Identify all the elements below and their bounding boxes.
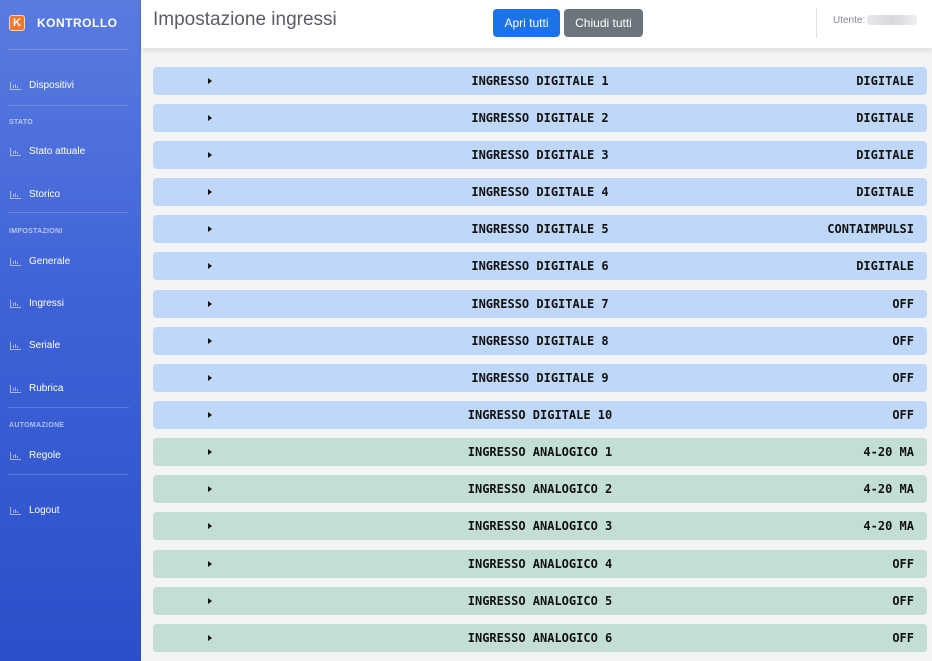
input-name: INGRESSO ANALOGICO 5 — [467, 594, 613, 608]
sidebar-item-label: Ingressi — [29, 298, 65, 309]
chart-icon — [10, 147, 21, 156]
sidebar-item-dispositivi[interactable]: Dispositivi — [10, 80, 74, 91]
user-name-redacted — [867, 15, 918, 26]
sidebar-item-label: Dispositivi — [29, 80, 75, 91]
sidebar-item-label: Regole — [29, 450, 61, 461]
sidebar-divider — [8, 105, 129, 106]
input-name: INGRESSO DIGITALE 5 — [471, 222, 609, 236]
chart-icon — [10, 299, 21, 308]
input-name: INGRESSO DIGITALE 8 — [471, 334, 609, 348]
sidebar-section-automazione: AUTOMAZIONE — [9, 422, 65, 429]
input-name: INGRESSO DIGITALE 9 — [471, 371, 609, 385]
logo-icon: K — [9, 15, 25, 31]
sidebar-item-seriale[interactable]: Seriale — [10, 340, 60, 351]
input-mode: 4-20 MA — [863, 482, 914, 496]
chart-icon — [10, 451, 21, 460]
input-name: INGRESSO ANALOGICO 4 — [467, 557, 613, 571]
sidebar-item-label: Generale — [29, 256, 71, 267]
input-name: INGRESSO DIGITALE 6 — [471, 259, 609, 273]
input-name: INGRESSO DIGITALE 2 — [471, 111, 609, 125]
input-row[interactable]: INGRESSO DIGITALE 4 DIGITALE — [153, 178, 927, 206]
chart-icon — [10, 81, 21, 90]
user-label: Utente: — [833, 15, 866, 26]
input-row[interactable]: INGRESSO DIGITALE 8 OFF — [153, 327, 927, 355]
input-name: INGRESSO DIGITALE 4 — [471, 185, 609, 199]
sidebar-item-ingressi[interactable]: Ingressi — [10, 298, 64, 309]
input-name: INGRESSO ANALOGICO 1 — [467, 445, 613, 459]
app-name: KONTROLLO — [37, 16, 118, 30]
input-row[interactable]: INGRESSO DIGITALE 1 DIGITALE — [153, 67, 927, 95]
chart-icon — [10, 257, 21, 266]
input-mode: OFF — [892, 334, 914, 348]
input-name: INGRESSO ANALOGICO 3 — [467, 519, 613, 533]
page-title: Impostazione ingressi — [153, 9, 337, 30]
input-row[interactable]: INGRESSO ANALOGICO 6 OFF — [153, 624, 927, 652]
input-name: INGRESSO ANALOGICO 2 — [467, 482, 613, 496]
sidebar-item-rubrica[interactable]: Rubrica — [10, 383, 63, 394]
sidebar-item-label: Rubrica — [29, 383, 64, 394]
input-name: INGRESSO DIGITALE 3 — [471, 148, 609, 162]
chart-icon — [10, 341, 21, 350]
input-mode: OFF — [892, 408, 914, 422]
sidebar-item-label: Storico — [29, 189, 61, 200]
sidebar-item-label: Seriale — [29, 340, 61, 351]
input-mode: DIGITALE — [856, 185, 914, 199]
sidebar-section-stato: STATO — [9, 119, 34, 126]
input-mode: CONTAIMPULSI — [827, 222, 914, 236]
sidebar-item-logout[interactable]: Logout — [10, 505, 60, 516]
input-mode: DIGITALE — [856, 74, 914, 88]
sidebar-item-stato-attuale[interactable]: Stato attuale — [10, 146, 85, 157]
close-all-button[interactable]: Chiudi tutti — [564, 9, 643, 37]
top-bar: Impostazione ingressi Apri tutti Chiudi … — [141, 0, 932, 48]
input-row[interactable]: INGRESSO DIGITALE 9 OFF — [153, 364, 927, 392]
input-row[interactable]: INGRESSO ANALOGICO 3 4-20 MA — [153, 512, 927, 540]
input-row[interactable]: INGRESSO ANALOGICO 1 4-20 MA — [153, 438, 927, 466]
sidebar-divider — [8, 212, 129, 213]
sidebar-divider — [8, 474, 129, 475]
header-divider — [816, 8, 817, 38]
input-row[interactable]: INGRESSO ANALOGICO 4 OFF — [153, 550, 927, 578]
chart-icon — [10, 506, 21, 515]
input-mode: OFF — [892, 594, 914, 608]
input-row[interactable]: INGRESSO ANALOGICO 5 OFF — [153, 587, 927, 615]
sidebar-item-storico[interactable]: Storico — [10, 189, 60, 200]
open-all-button[interactable]: Apri tutti — [493, 9, 560, 37]
sidebar-item-label: Stato attuale — [29, 146, 86, 157]
sidebar-divider — [8, 407, 129, 408]
input-mode: DIGITALE — [856, 259, 914, 273]
input-mode: 4-20 MA — [863, 519, 914, 533]
input-row[interactable]: INGRESSO DIGITALE 3 DIGITALE — [153, 141, 927, 169]
input-mode: DIGITALE — [856, 148, 914, 162]
input-row[interactable]: INGRESSO DIGITALE 2 DIGITALE — [153, 104, 927, 132]
input-row[interactable]: INGRESSO ANALOGICO 2 4-20 MA — [153, 475, 927, 503]
sidebar-section-impostazioni: IMPOSTAZIONI — [9, 228, 63, 235]
input-name: INGRESSO DIGITALE 7 — [471, 297, 609, 311]
input-mode: 4-20 MA — [863, 445, 914, 459]
input-mode: DIGITALE — [856, 111, 914, 125]
input-name: INGRESSO ANALOGICO 6 — [467, 631, 613, 645]
sidebar-item-label: Logout — [29, 505, 60, 516]
input-row[interactable]: INGRESSO DIGITALE 6 DIGITALE — [153, 252, 927, 280]
input-row[interactable]: INGRESSO DIGITALE 10 OFF — [153, 401, 927, 429]
input-mode: OFF — [892, 371, 914, 385]
sidebar-divider — [8, 49, 129, 50]
input-mode: OFF — [892, 631, 914, 645]
chart-icon — [10, 384, 21, 393]
input-name: INGRESSO DIGITALE 10 — [467, 408, 613, 422]
chart-icon — [10, 190, 21, 199]
input-row[interactable]: INGRESSO DIGITALE 5 CONTAIMPULSI — [153, 215, 927, 243]
input-mode: OFF — [892, 297, 914, 311]
user-info[interactable]: Utente: — [833, 15, 918, 26]
sidebar-item-generale[interactable]: Generale — [10, 256, 70, 267]
sidebar-item-regole[interactable]: Regole — [10, 450, 61, 461]
input-row[interactable]: INGRESSO DIGITALE 7 OFF — [153, 290, 927, 318]
input-name: INGRESSO DIGITALE 1 — [471, 74, 609, 88]
input-mode: OFF — [892, 557, 914, 571]
sidebar: K KONTROLLO Dispositivi STATO Stato attu… — [0, 0, 141, 661]
brand[interactable]: K KONTROLLO — [0, 0, 141, 46]
